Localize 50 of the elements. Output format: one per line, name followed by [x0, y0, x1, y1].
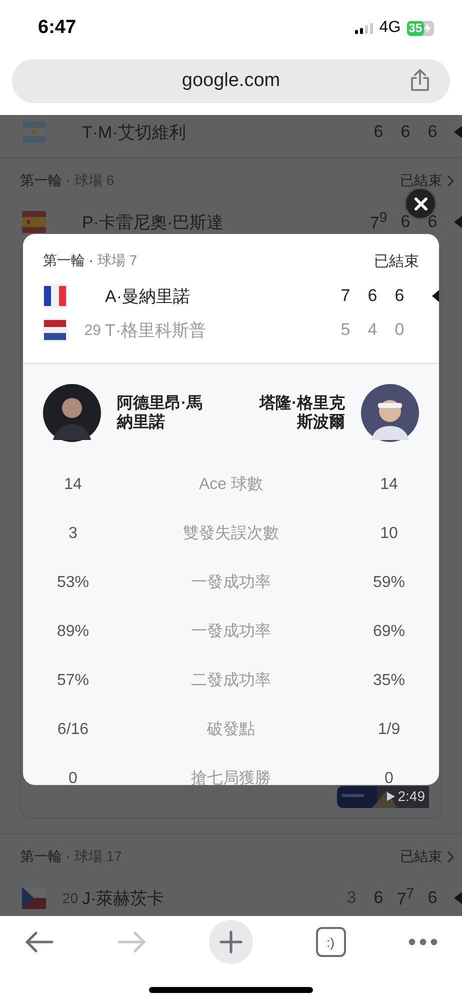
player-name: A·曼納里諾: [105, 286, 191, 308]
stat-value: 0: [68, 770, 78, 785]
stat-value: 89%: [56, 622, 90, 640]
player-name: P·卡雷尼奧·巴斯達: [82, 212, 225, 234]
stat-label: 破發點: [206, 720, 256, 740]
stat-value: 59%: [372, 574, 406, 592]
set-score: 6: [426, 888, 438, 908]
set-score: 6: [426, 212, 438, 232]
set-score: 6: [400, 122, 412, 142]
stat-value: 3: [68, 524, 78, 542]
player-full-name: 塔隆·格里克斯波爾: [258, 394, 345, 432]
set-score: 6: [400, 212, 412, 232]
set-score: 5: [340, 320, 352, 340]
player-name: J·萊赫茨卡: [82, 888, 166, 910]
set-score: 7: [340, 286, 352, 306]
status-time: 6:47: [38, 17, 76, 39]
match-status: 已結束: [374, 252, 419, 271]
stat-value: 35%: [372, 672, 406, 690]
seed-number: 29: [83, 322, 102, 338]
player-name: T·格里科斯普: [105, 320, 208, 342]
player-name: T·M·艾切維利: [82, 122, 187, 144]
round-label: 第一輪 · 球場 7: [43, 252, 138, 270]
stat-value: 6/16: [56, 720, 90, 738]
set-score: 6: [366, 286, 378, 306]
stat-label: 雙發失誤次數: [182, 524, 280, 544]
set-score: 0: [394, 320, 406, 340]
stat-value: 57%: [56, 672, 90, 690]
set-score: 7$^{7}$: [396, 886, 416, 910]
stat-value: 1/9: [376, 720, 402, 738]
set-score: 6: [426, 122, 438, 142]
set-score: 7$^{9}$: [368, 210, 388, 234]
player-full-name: 阿德里昂·馬納里諾: [117, 394, 204, 432]
network-label: 4G: [379, 19, 401, 37]
stat-value: 14: [379, 476, 399, 494]
stat-label: 二發成功率: [190, 670, 272, 691]
stat-value: 69%: [372, 622, 406, 640]
stat-value: 14: [63, 476, 83, 494]
stat-value: 10: [379, 524, 399, 542]
set-score: 6: [372, 122, 384, 142]
stat-label: 一發成功率: [190, 622, 272, 642]
stat-label: 一發成功率: [190, 572, 272, 593]
stat-label: 搶七局獲勝: [190, 768, 272, 785]
stat-value: 53%: [56, 574, 90, 592]
set-score: 6: [372, 888, 384, 908]
video-duration: 2:49: [398, 788, 425, 804]
stat-label: Ace 球數: [198, 474, 264, 495]
battery-indicator: 35: [406, 20, 434, 36]
set-score: 6: [394, 286, 406, 306]
stat-value: 0: [384, 770, 394, 785]
set-score: 4: [366, 320, 378, 340]
